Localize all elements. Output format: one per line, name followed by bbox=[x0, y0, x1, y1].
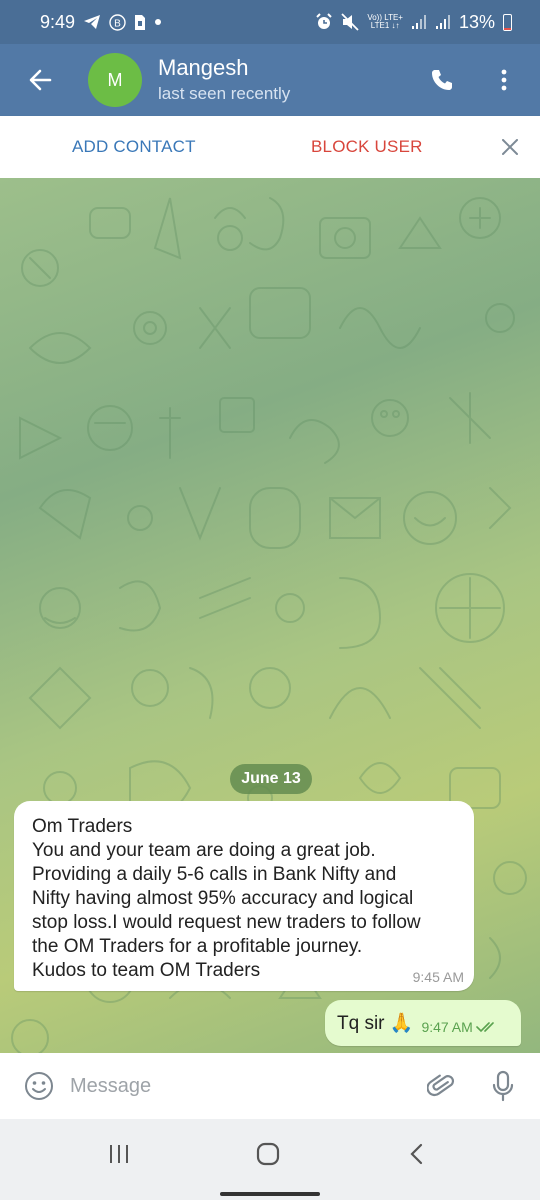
close-icon bbox=[502, 139, 518, 155]
recent-apps-icon bbox=[110, 1145, 128, 1163]
outgoing-message-bubble[interactable]: Tq sir 🙏 9:47 AM bbox=[325, 1000, 521, 1046]
message-line: Kudos to team OM Traders bbox=[32, 960, 261, 981]
system-nav-bar bbox=[0, 1119, 540, 1200]
home-button[interactable] bbox=[238, 1129, 298, 1179]
recent-apps-button[interactable] bbox=[89, 1129, 149, 1179]
battery-percent: 13% bbox=[458, 11, 495, 32]
outgoing-message-meta: 9:47 AM bbox=[421, 1019, 497, 1035]
microphone-icon bbox=[492, 1070, 514, 1102]
back-button[interactable] bbox=[0, 44, 80, 116]
notification-dot-icon bbox=[154, 18, 162, 26]
kebab-menu-icon bbox=[501, 69, 507, 91]
message-line: You and your team are doing a great job. bbox=[32, 840, 376, 861]
signal-icon-1 bbox=[411, 15, 427, 29]
contact-status: last seen recently bbox=[158, 84, 291, 103]
incoming-message-bubble[interactable]: Om Traders You and your team are doing a… bbox=[14, 801, 474, 991]
svg-text:B: B bbox=[114, 18, 121, 29]
message-input[interactable] bbox=[70, 1067, 400, 1105]
paperclip-icon bbox=[427, 1074, 455, 1097]
more-options-button[interactable] bbox=[482, 58, 526, 102]
avatar-initial: M bbox=[107, 69, 123, 90]
smiley-icon bbox=[25, 1072, 53, 1100]
status-bar: 9:49 B Vo)) LTE+ LTE1 ↓↑ 13% bbox=[0, 0, 540, 44]
mute-icon bbox=[341, 13, 359, 31]
message-line: Providing a daily 5-6 calls in Bank Nift… bbox=[32, 864, 397, 885]
network-type-icon: Vo)) LTE+ LTE1 ↓↑ bbox=[367, 14, 403, 30]
back-nav-button[interactable] bbox=[386, 1129, 446, 1179]
message-composer bbox=[0, 1053, 540, 1119]
signal-icon-2 bbox=[435, 15, 451, 29]
outgoing-message-text: Tq sir 🙏 bbox=[337, 1013, 414, 1034]
block-user-button[interactable]: BLOCK USER bbox=[311, 116, 423, 178]
b-badge-icon: B bbox=[109, 13, 126, 31]
phone-icon bbox=[432, 70, 452, 90]
close-action-bar-button[interactable] bbox=[494, 131, 526, 163]
emoji-button[interactable] bbox=[22, 1069, 56, 1103]
double-check-read-icon bbox=[476, 1022, 494, 1033]
date-separator: June 13 bbox=[230, 764, 312, 794]
date-label: June 13 bbox=[241, 770, 301, 787]
incoming-message-time: 9:45 AM bbox=[412, 969, 464, 985]
chat-area[interactable]: June 13 Om Traders You and your team are… bbox=[0, 178, 540, 1053]
add-contact-button[interactable]: ADD CONTACT bbox=[72, 116, 196, 178]
battery-icon bbox=[503, 13, 512, 31]
call-button[interactable] bbox=[420, 58, 464, 102]
contact-info[interactable]: Mangesh last seen recently bbox=[158, 55, 290, 105]
home-icon bbox=[256, 1142, 280, 1166]
chevron-left-icon bbox=[410, 1143, 423, 1165]
message-line: the OM Traders for a profitable journey. bbox=[32, 936, 363, 957]
network-sub: LTE1 ↓↑ bbox=[370, 21, 400, 30]
avatar[interactable]: M bbox=[88, 53, 142, 107]
message-line: Nifty having almost 95% accuracy and log… bbox=[32, 888, 414, 909]
status-time: 9:49 bbox=[40, 11, 76, 32]
telegram-icon bbox=[83, 14, 101, 30]
action-bar: ADD CONTACT BLOCK USER bbox=[0, 116, 540, 178]
voice-message-button[interactable] bbox=[486, 1067, 520, 1105]
sim-card-icon bbox=[134, 14, 146, 31]
attach-button[interactable] bbox=[424, 1069, 458, 1103]
outgoing-message-time: 9:47 AM bbox=[421, 1019, 473, 1035]
message-line: stop loss.I would request new traders to… bbox=[32, 912, 421, 933]
arrow-left-icon bbox=[29, 69, 52, 91]
chat-header: M Mangesh last seen recently bbox=[0, 44, 540, 116]
message-line: Om Traders bbox=[32, 816, 133, 837]
gesture-indicator bbox=[220, 1192, 320, 1196]
contact-name: Mangesh bbox=[158, 55, 249, 80]
alarm-icon bbox=[315, 13, 333, 31]
